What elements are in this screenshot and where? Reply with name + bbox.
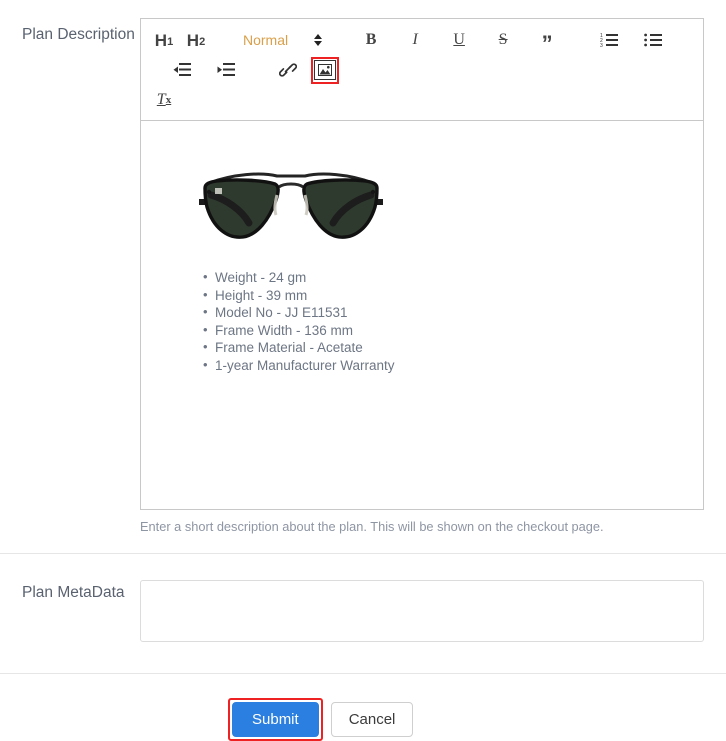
plan-metadata-input[interactable]: [140, 580, 704, 642]
plan-metadata-control: [140, 580, 704, 647]
underline-button[interactable]: U: [446, 27, 472, 53]
image-icon[interactable]: [314, 59, 336, 80]
plan-metadata-row: Plan MetaData: [0, 554, 726, 647]
submit-button-highlight: Submit: [228, 698, 323, 741]
submit-button[interactable]: Submit: [232, 702, 319, 737]
editor-content-area[interactable]: Weight - 24 gm Height - 39 mm Model No -…: [141, 121, 703, 509]
heading-2-label: H: [186, 30, 200, 50]
heading-2-button[interactable]: H2: [183, 27, 209, 53]
outdent-icon[interactable]: [169, 57, 195, 83]
italic-button[interactable]: I: [402, 27, 428, 53]
heading-1-label: H: [154, 30, 168, 50]
clear-formatting-label: T: [156, 91, 166, 108]
bullet-list-icon[interactable]: [640, 27, 666, 53]
spec-bullet-list: Weight - 24 gm Height - 39 mm Model No -…: [157, 268, 687, 374]
plan-description-control: H1 H2 Normal B I U S ” 1 2 3 T x • Weigh…: [140, 18, 704, 535]
plan-description-help-text: Enter a short description about the plan…: [140, 519, 604, 534]
form-actions: Submit Cancel: [0, 674, 726, 741]
list-item: 1-year Manufacturer Warranty: [203, 356, 687, 374]
plan-description-label: Plan Description: [22, 26, 135, 43]
list-item: Height - 39 mm: [203, 286, 687, 304]
heading-1-sub: 1: [167, 35, 174, 48]
ordered-list-icon[interactable]: 1 2 3: [596, 27, 622, 53]
plan-description-row: Plan Description H1 H2 Normal B I U S ” …: [0, 0, 726, 535]
rich-text-editor[interactable]: H1 H2 Normal B I U S ” 1 2 3 T x • Weigh…: [140, 18, 704, 510]
image-button-highlight: [311, 56, 339, 84]
plan-metadata-label: Plan MetaData: [22, 584, 125, 601]
heading-1-button[interactable]: H1: [151, 27, 177, 53]
heading-2-sub: 2: [199, 35, 206, 48]
link-icon[interactable]: [275, 57, 301, 83]
bold-button[interactable]: B: [358, 27, 384, 53]
cancel-button[interactable]: Cancel: [330, 702, 414, 737]
format-picker[interactable]: Normal: [239, 27, 323, 53]
format-picker-label: Normal: [243, 32, 289, 48]
clear-formatting-button[interactable]: Tx: [151, 87, 177, 113]
list-item: Weight - 24 gm: [203, 268, 687, 286]
clear-formatting-sub: x: [165, 93, 172, 106]
list-item: Frame Material - Acetate: [203, 338, 687, 356]
content-image[interactable]: [157, 135, 687, 251]
list-item: Model No - JJ E11531: [203, 303, 687, 321]
editor-toolbar: H1 H2 Normal B I U S ” 1 2 3 T x: [141, 19, 703, 121]
svg-text:3: 3: [600, 43, 603, 48]
blockquote-button[interactable]: ”: [534, 27, 560, 55]
strikethrough-button[interactable]: S: [490, 27, 516, 53]
chevron-updown-icon: [314, 34, 323, 46]
list-item: Frame Width - 136 mm: [203, 321, 687, 339]
indent-icon[interactable]: [213, 57, 239, 83]
